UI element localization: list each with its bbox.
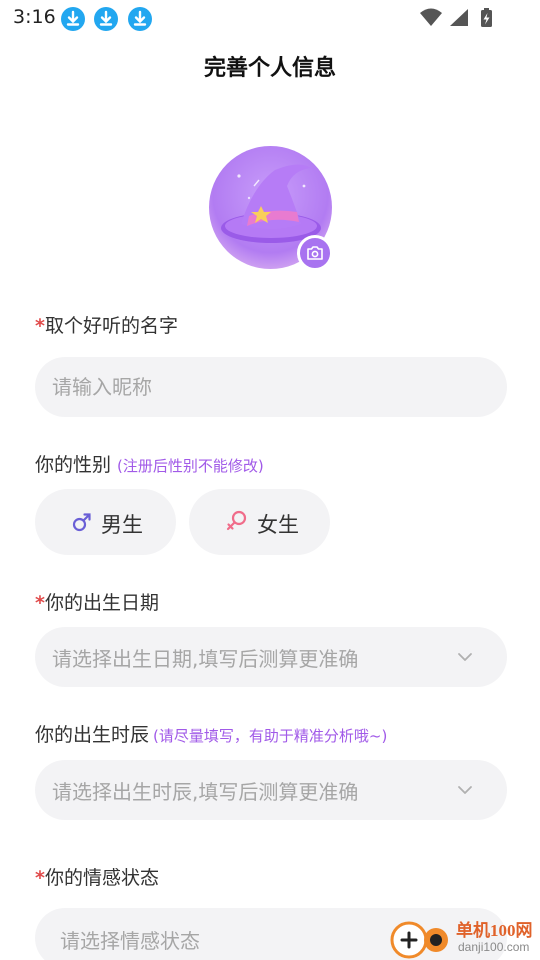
- nickname-field: [35, 357, 507, 417]
- nickname-label: *取个好听的名字: [35, 311, 178, 338]
- relationship-label-text: 你的情感状态: [44, 867, 159, 889]
- camera-icon[interactable]: [297, 235, 333, 271]
- download-notification-icon: [94, 7, 118, 31]
- birth-date-placeholder: 请选择出生日期,填写后测算更准确: [52, 647, 359, 671]
- birth-hour-placeholder: 请选择出生时辰,填写后测算更准确: [52, 780, 359, 804]
- birth-date-label-text: 你的出生日期: [44, 592, 159, 614]
- gender-female-button[interactable]: 女生: [189, 489, 330, 555]
- male-symbol-icon: [72, 513, 91, 532]
- chevron-down-icon: [458, 653, 472, 661]
- watermark-logo-icon: [390, 921, 448, 959]
- watermark-name: 单机100网: [456, 921, 533, 940]
- gender-label: 你的性别 (注册后性别不能修改): [35, 450, 264, 477]
- required-mark: *: [35, 592, 45, 614]
- relationship-label: *你的情感状态: [35, 863, 159, 890]
- cell-signal-icon: [450, 9, 468, 26]
- download-notification-icon: [61, 7, 85, 31]
- relationship-placeholder: 请选择情感状态: [60, 929, 200, 953]
- birth-date-label: *你的出生日期: [35, 588, 159, 615]
- gender-label-text: 你的性别: [35, 454, 112, 476]
- status-bar: 3:16: [0, 0, 540, 38]
- watermark: 单机100网 danji100.com: [388, 912, 538, 960]
- status-time: 3:16: [13, 6, 56, 28]
- required-mark: *: [35, 315, 45, 337]
- gender-female-label: 女生: [257, 513, 299, 537]
- nickname-input[interactable]: [52, 357, 452, 417]
- page-title: 完善个人信息: [203, 56, 336, 81]
- nickname-label-text: 取个好听的名字: [44, 315, 178, 337]
- female-symbol-icon: [226, 510, 247, 531]
- gender-male-button[interactable]: 男生: [35, 489, 176, 555]
- birth-hour-select[interactable]: 请选择出生时辰,填写后测算更准确: [35, 760, 507, 820]
- birth-hour-label: 你的出生时辰 (请尽量填写，有助于精准分析哦~): [35, 720, 387, 747]
- birth-date-select[interactable]: 请选择出生日期,填写后测算更准确: [35, 627, 507, 687]
- chevron-down-icon: [458, 786, 472, 794]
- gender-hint: (注册后性别不能修改): [117, 457, 264, 475]
- watermark-url: danji100.com: [458, 940, 530, 954]
- birth-hour-label-text: 你的出生时辰: [35, 724, 150, 746]
- profile-setup-screen: 3:16 完善个人信息 *取个好听的名字 请输入昵称 你的性别 (注册后性别不能…: [0, 0, 540, 960]
- gender-male-label: 男生: [101, 513, 143, 537]
- birth-hour-hint: (请尽量填写，有助于精准分析哦~): [153, 727, 388, 745]
- wifi-icon: [420, 8, 442, 26]
- required-mark: *: [35, 867, 45, 889]
- download-notification-icon: [128, 7, 152, 31]
- battery-icon: [481, 8, 492, 27]
